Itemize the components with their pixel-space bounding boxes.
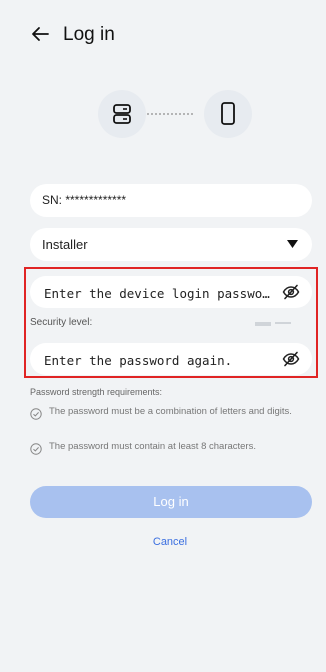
device-circle (98, 90, 146, 138)
sn-field: SN: ************* (30, 184, 312, 217)
connection-illustration (0, 70, 326, 165)
security-level-label: Security level: (30, 317, 93, 328)
cancel-link[interactable]: Cancel (0, 536, 326, 548)
security-level-meter (255, 322, 313, 326)
check-circle-icon (30, 408, 42, 420)
check-circle-icon (30, 443, 42, 455)
phone-circle (204, 90, 252, 138)
role-value: Installer (42, 237, 88, 252)
password-input[interactable] (42, 283, 278, 303)
back-arrow-icon[interactable] (30, 24, 50, 44)
page-title: Log in (63, 24, 115, 45)
confirm-password-input[interactable] (42, 350, 278, 370)
eye-off-icon[interactable] (282, 284, 300, 300)
sn-text: SN: ************* (42, 193, 127, 207)
requirements-title: Password strength requirements: (30, 387, 163, 397)
confirm-password-field (30, 343, 312, 375)
requirement-item: The password must be a combination of le… (30, 406, 300, 432)
requirement-text: The password must contain at least 8 cha… (49, 441, 256, 452)
role-select[interactable]: Installer (30, 228, 312, 261)
phone-icon (221, 102, 235, 125)
requirement-item: The password must contain at least 8 cha… (30, 441, 300, 455)
password-field (30, 276, 312, 308)
header-bar: Log in (0, 0, 326, 70)
requirement-text: The password must be a combination of le… (49, 406, 292, 417)
login-button[interactable]: Log in (30, 486, 312, 518)
connection-dots (147, 113, 193, 115)
chevron-down-icon (287, 240, 298, 248)
server-icon (113, 104, 131, 124)
eye-off-icon[interactable] (282, 351, 300, 367)
